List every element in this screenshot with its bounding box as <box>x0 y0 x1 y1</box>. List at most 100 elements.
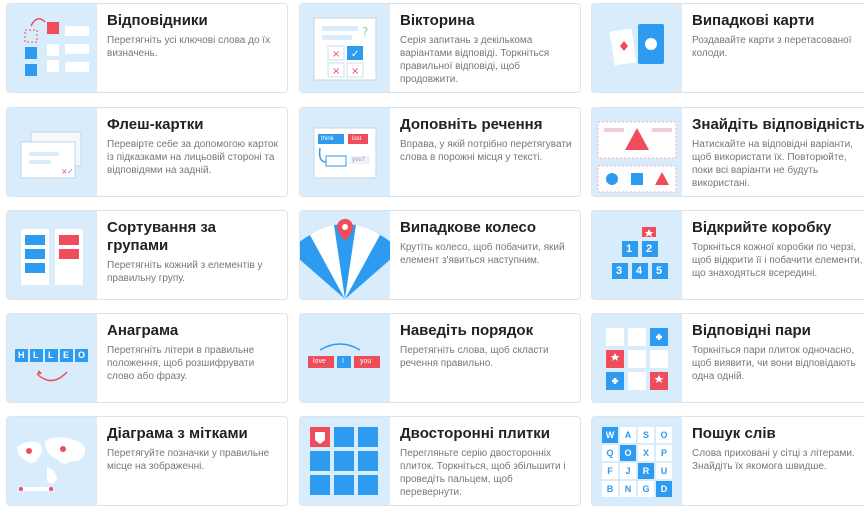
wordsearch-icon: W A S O Q O X P F J R U B N G D <box>592 417 682 505</box>
card-title: Випадкове колесо <box>400 219 537 236</box>
spin-wheel-icon <box>300 211 390 299</box>
quiz-icon: ? × ✓ × × <box>300 4 390 92</box>
card-description: Натискайте на відповідні варіанти, щоб в… <box>692 139 853 189</box>
ws-cell: S <box>638 427 654 443</box>
matching-pairs-icon <box>592 314 682 402</box>
ws-cell: R <box>638 463 654 479</box>
anagram-letter-1: H <box>18 350 25 360</box>
unjumble-word-1: love <box>313 358 326 365</box>
match-up-icon <box>7 4 97 92</box>
anagram-letter-5: O <box>78 350 86 360</box>
card-title: Відповідні пари <box>692 322 811 339</box>
card-title: Вікторина <box>400 12 475 29</box>
card-description: Перетягніть літери в правильне положення… <box>107 345 255 382</box>
card-labelled-diagram[interactable]: Діаграма з мітками Перетягуйте позначки … <box>6 416 288 506</box>
complete-sentence-icon: think lost you? <box>300 108 390 196</box>
card-title: Відповідники <box>107 12 208 29</box>
ws-cell: U <box>656 463 672 479</box>
unjumble-icon: love I you <box>300 314 390 402</box>
card-quiz[interactable]: ? × ✓ × × Вікторина Серія запитань з дек… <box>299 3 581 93</box>
box-number-3: 3 <box>616 265 623 277</box>
card-description: Перегляньте серію двосторонніх плиток. Т… <box>400 448 566 498</box>
unjumble-word-2: I <box>342 358 344 365</box>
box-number-5: 5 <box>656 265 663 277</box>
flip-tiles-icon <box>300 417 390 505</box>
card-title: Сортування за групами <box>107 219 217 254</box>
ws-cell: F <box>602 463 618 479</box>
flash-cards-icon: × ✓ <box>7 108 97 196</box>
ws-cell: J <box>620 463 636 479</box>
card-description: Торкніться пари плиток одночасно, щоб ви… <box>692 345 856 382</box>
card-description: Крутіть колесо, щоб побачити, який елеме… <box>400 242 565 266</box>
card-flash-cards[interactable]: × ✓ Флеш-картки Перевірте себе за допомо… <box>6 107 288 197</box>
ws-cell: O <box>620 445 636 461</box>
card-description: Серія запитань з декількома варіантами в… <box>400 35 550 85</box>
card-title: Анаграма <box>107 322 179 339</box>
svg-text:?: ? <box>362 25 368 39</box>
card-title: Доповніть речення <box>400 116 543 133</box>
box-number-4: 4 <box>636 265 643 277</box>
svg-text:×: × <box>351 66 359 77</box>
wordsearch-grid: W A S O Q O X P F J R U B N G D <box>602 427 674 497</box>
random-cards-icon <box>592 4 682 92</box>
ws-cell: P <box>656 445 672 461</box>
anagram-letter-4: E <box>63 350 70 360</box>
fill-word-2: lost <box>352 136 362 142</box>
box-number-1: 1 <box>626 243 633 255</box>
svg-text:×: × <box>332 66 340 77</box>
card-anagram[interactable]: H L L E O Анаграма Перетягніть літери в … <box>6 313 288 403</box>
card-description: Перетягніть кожний з елементів у правиль… <box>107 260 263 284</box>
unjumble-word-3: you <box>360 358 372 365</box>
card-group-sort[interactable]: Сортування за групами Перетягніть кожний… <box>6 210 288 300</box>
ws-cell: W <box>602 427 618 443</box>
card-title: Відкрийте коробку <box>692 219 832 236</box>
anagram-letter-3: L <box>48 350 54 360</box>
card-title: Двосторонні плитки <box>400 425 550 442</box>
card-matching-pairs[interactable]: Відповідні пари Торкніться пари плиток о… <box>591 313 865 403</box>
activity-grid: Відповідники Перетягніть усі ключові сло… <box>0 0 865 506</box>
fill-word-1: think <box>321 136 334 142</box>
card-title: Наведіть порядок <box>400 322 534 339</box>
ws-cell: B <box>602 481 618 497</box>
svg-text:×: × <box>332 49 340 60</box>
card-title: Знайдіть відповідність <box>692 116 865 133</box>
card-flip-tiles[interactable]: Двосторонні плитки Перегляньте серію дво… <box>299 416 581 506</box>
card-title: Випадкові карти <box>692 12 815 29</box>
card-match-up[interactable]: Відповідники Перетягніть усі ключові сло… <box>6 3 288 93</box>
card-description: Перетягніть усі ключові слова до їх визн… <box>107 35 271 59</box>
card-description: Роздавайте карти з перетасованої колоди. <box>692 35 852 59</box>
card-complete-sentence[interactable]: think lost you? Доповніть речення Вправа… <box>299 107 581 197</box>
find-match-icon <box>592 108 682 196</box>
card-title: Пошук слів <box>692 425 776 442</box>
fill-word-3: you? <box>352 157 366 163</box>
box-number-2: 2 <box>646 243 653 255</box>
svg-text:✓: ✓ <box>67 167 74 176</box>
card-title: Флеш-картки <box>107 116 204 133</box>
ws-cell: O <box>656 427 672 443</box>
card-description: Торкніться кожної коробки по черзі, щоб … <box>692 242 863 279</box>
ws-cell: N <box>620 481 636 497</box>
card-title: Діаграма з мітками <box>107 425 248 442</box>
labelled-diagram-icon <box>7 417 97 505</box>
ws-cell: A <box>620 427 636 443</box>
card-description: Вправа, у якій потрібно перетягувати сло… <box>400 139 572 163</box>
svg-text:✓: ✓ <box>351 49 359 60</box>
card-find-match[interactable]: Знайдіть відповідність Натискайте на від… <box>591 107 865 197</box>
card-random-cards[interactable]: Випадкові карти Роздавайте карти з перет… <box>591 3 865 93</box>
card-description: Перетягніть слова, щоб скласти речення п… <box>400 345 549 369</box>
card-description: Перевірте себе за допомогою карток із пі… <box>107 139 278 176</box>
group-sort-icon <box>7 211 97 299</box>
card-description: Слова приховані у сітці з літерами. Знай… <box>692 448 855 472</box>
ws-cell: X <box>638 445 654 461</box>
anagram-letter-2: L <box>33 350 39 360</box>
ws-cell: Q <box>602 445 618 461</box>
anagram-icon: H L L E O <box>7 314 97 402</box>
card-unjumble[interactable]: love I you Наведіть порядок Перетягніть … <box>299 313 581 403</box>
ws-cell: D <box>656 481 672 497</box>
card-wordsearch[interactable]: W A S O Q O X P F J R U B N G D Пошук сл… <box>591 416 865 506</box>
ws-cell: G <box>638 481 654 497</box>
card-open-box[interactable]: 1 2 3 4 5 Відкрийте коробку Торкніться к… <box>591 210 865 300</box>
card-spin-wheel[interactable]: Випадкове колесо Крутіть колесо, щоб поб… <box>299 210 581 300</box>
card-description: Перетягуйте позначки у правильне місце н… <box>107 448 270 472</box>
open-box-icon: 1 2 3 4 5 <box>592 211 682 299</box>
